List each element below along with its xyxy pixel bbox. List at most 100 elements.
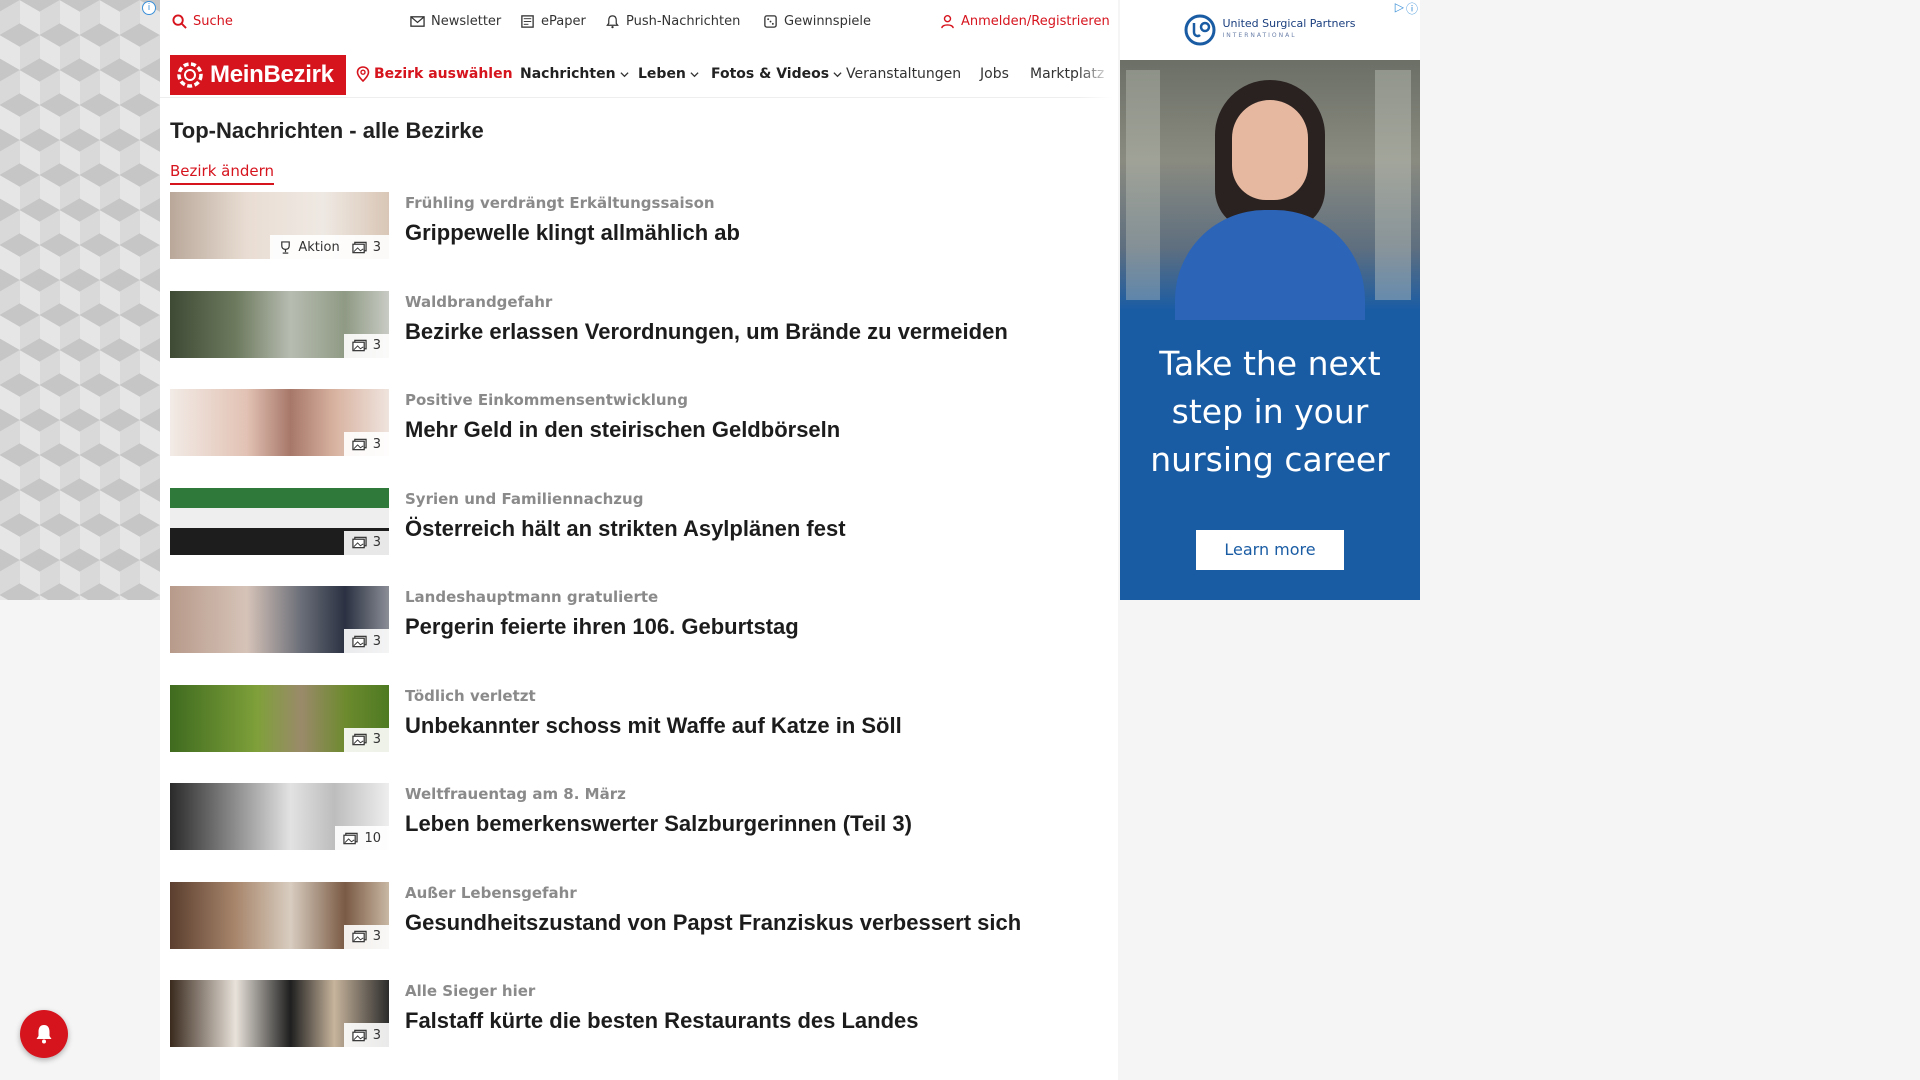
article-thumbnail[interactable]: 10: [170, 783, 389, 850]
list-item[interactable]: 3 Alle Sieger hier Falstaff kürte die be…: [170, 980, 1110, 1079]
nav-events[interactable]: Veranstaltungen: [846, 66, 961, 82]
article-headline[interactable]: Falstaff kürte die besten Restaurants de…: [405, 1008, 919, 1034]
gallery-icon: [352, 339, 367, 352]
aktion-tag: Aktion: [278, 239, 340, 255]
nav-news-label: Nachrichten: [520, 66, 616, 82]
aktion-label: Aktion: [298, 239, 340, 255]
nav-news[interactable]: Nachrichten: [520, 66, 629, 82]
mail-icon: [410, 16, 425, 27]
article-thumbnail[interactable]: 3: [170, 881, 389, 949]
article-thumbnail[interactable]: 3: [170, 980, 389, 1047]
nav-life-label: Leben: [638, 66, 686, 82]
article-kicker: Außer Lebensgefahr: [405, 883, 577, 902]
list-item[interactable]: 3 Landeshauptmann gratulierte Pergerin f…: [170, 586, 1110, 685]
list-item[interactable]: Aktion 3 Frühling verdrängt Erkältungssa…: [170, 192, 1110, 291]
nav-jobs-label: Jobs: [980, 66, 1009, 82]
learn-more-button[interactable]: Learn more: [1196, 530, 1344, 570]
article-headline[interactable]: Gesundheitszustand von Papst Franziskus …: [405, 910, 1021, 936]
epaper-label: ePaper: [541, 14, 586, 29]
search-link[interactable]: Suche: [172, 14, 233, 29]
nav-fade-overlay: [1078, 52, 1118, 98]
bell-icon: [36, 1025, 52, 1044]
list-item[interactable]: 10 Weltfrauentag am 8. März Leben bemerk…: [170, 783, 1110, 882]
nav-life[interactable]: Leben: [638, 66, 699, 82]
nav-jobs[interactable]: Jobs: [980, 66, 1009, 82]
ad-play-icon: ▷: [1394, 0, 1404, 14]
chevron-down-icon: [690, 71, 699, 77]
photo-count: 3: [372, 239, 381, 255]
nav-media[interactable]: Fotos & Videos: [711, 66, 842, 82]
article-headline[interactable]: Pergerin feierte ihren 106. Geburtstag: [405, 614, 799, 640]
gallery-icon: [352, 536, 367, 549]
district-select[interactable]: Bezirk auswählen: [356, 66, 513, 82]
gallery-icon: [352, 733, 367, 746]
main-column: Suche Newsletter ePaper Push-Nachrichten…: [160, 0, 1118, 1080]
logo-flower-icon: [177, 62, 203, 88]
gallery-icon: [352, 438, 367, 450]
chevron-down-icon: [833, 71, 842, 77]
article-thumbnail[interactable]: Aktion 3: [170, 192, 389, 259]
article-headline[interactable]: Unbekannter schoss mit Waffe auf Katze i…: [405, 713, 902, 739]
trophy-icon: [281, 240, 291, 254]
list-item[interactable]: 3 Außer Lebensgefahr Gesundheitszustand …: [170, 881, 1110, 981]
newsletter-label: Newsletter: [431, 14, 502, 29]
newsletter-link[interactable]: Newsletter: [410, 14, 501, 29]
person-face: [1232, 100, 1308, 200]
article-thumbnail[interactable]: 3: [170, 487, 389, 555]
article-headline[interactable]: Grippewelle klingt allmählich ab: [405, 220, 740, 246]
list-item[interactable]: 3 Syrien und Familiennachzug Österreich …: [170, 487, 1110, 587]
photo-badge: 3: [343, 432, 389, 456]
article-thumbnail[interactable]: 3: [170, 684, 389, 752]
photo-badge: 3: [343, 333, 389, 358]
window-pane: [1126, 70, 1160, 300]
article-kicker: Frühling verdrängt Erkältungssaison: [405, 194, 715, 212]
push-label: Push-Nachrichten: [626, 14, 741, 29]
ad-choices[interactable]: ▷ ⓘ: [1395, 0, 1418, 17]
photo-badge: 3: [343, 1023, 389, 1047]
article-thumbnail[interactable]: 3: [170, 290, 389, 358]
ad-info-icon: ⓘ: [1405, 2, 1418, 16]
photo-count: 3: [372, 929, 381, 944]
article-thumbnail[interactable]: 3: [170, 389, 389, 456]
article-headline[interactable]: Österreich hält an strikten Asylplänen f…: [405, 516, 846, 542]
ad-info-icon[interactable]: i: [142, 1, 156, 15]
photo-badge: 3: [343, 727, 389, 752]
article-headline[interactable]: Bezirke erlassen Verordnungen, um Brände…: [405, 319, 1008, 345]
ad-copy-line: step in your: [1171, 392, 1369, 431]
games-link[interactable]: Gewinnspiele: [763, 14, 871, 29]
article-headline[interactable]: Leben bemerkenswerter Salzburgerinnen (T…: [405, 811, 912, 837]
article-kicker: Landeshauptmann gratulierte: [405, 588, 659, 606]
photo-badge: 3: [343, 530, 389, 555]
login-label: Anmelden/Registrieren: [961, 14, 1110, 29]
user-icon: [941, 14, 954, 29]
gallery-icon: [352, 241, 367, 253]
epaper-link[interactable]: ePaper: [520, 14, 586, 29]
usp-logo-icon: [1184, 14, 1216, 46]
gallery-icon: [352, 1029, 367, 1041]
push-link[interactable]: Push-Nachrichten: [605, 14, 740, 29]
location-pin-icon: [356, 66, 370, 82]
nav-events-label: Veranstaltungen: [846, 66, 962, 82]
ad-header: United Surgical Partners INTERNATIONAL: [1120, 0, 1420, 60]
article-thumbnail[interactable]: 3: [170, 586, 389, 653]
ad-brand: United Surgical Partners INTERNATIONAL: [1222, 18, 1355, 42]
nav-media-label: Fotos & Videos: [711, 66, 830, 82]
login-link[interactable]: Anmelden/Registrieren: [940, 14, 1110, 29]
newspaper-icon: [521, 15, 534, 28]
article-headline[interactable]: Mehr Geld in den steirischen Geldbörseln: [405, 417, 840, 443]
notification-bell-button[interactable]: [20, 1010, 68, 1058]
site-logo[interactable]: MeinBezirk: [170, 55, 346, 95]
photo-count: 3: [372, 535, 381, 550]
list-item[interactable]: 3 Positive Einkommensentwicklung Mehr Ge…: [170, 389, 1110, 488]
ad-brand-name: United Surgical Partners: [1222, 17, 1356, 30]
article-kicker: Alle Sieger hier: [405, 982, 536, 1000]
list-item[interactable]: 3 Tödlich verletzt Unbekannter schoss mi…: [170, 684, 1110, 784]
banner-ad[interactable]: United Surgical Partners INTERNATIONAL ▷…: [1120, 0, 1420, 600]
main-nav: MeinBezirk Bezirk auswählen Nachrichten …: [160, 52, 1118, 98]
change-district-link[interactable]: Bezirk ändern: [170, 162, 275, 185]
list-item[interactable]: 3 Waldbrandgefahr Bezirke erlassen Veror…: [170, 290, 1110, 390]
photo-count: 3: [372, 633, 381, 649]
search-icon: [172, 14, 187, 29]
article-kicker: Syrien und Familiennachzug: [405, 489, 644, 508]
photo-badge: 3: [343, 629, 389, 653]
